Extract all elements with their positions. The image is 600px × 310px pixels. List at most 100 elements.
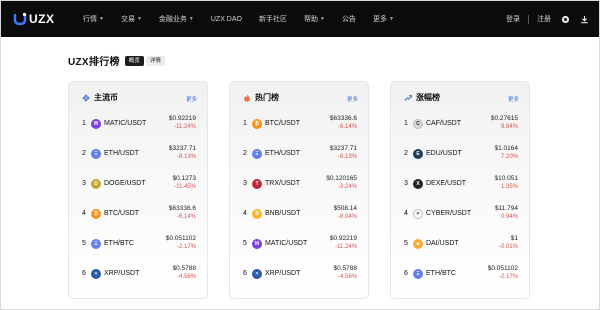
ranking-row[interactable]: 1 ₿ BTC/USDT $63336.6 -6.14% — [230, 115, 370, 137]
chevron-down-icon: ▼ — [188, 16, 194, 22]
price: $0.120165 — [326, 175, 357, 182]
nav-item-dao[interactable]: UZX DAO — [211, 16, 242, 23]
nav-label: UZX DAO — [210, 15, 242, 23]
nav-item-market[interactable]: 行情 ▼ — [83, 14, 104, 24]
price: $508.14 — [333, 205, 358, 212]
globe-icon[interactable] — [561, 15, 570, 24]
coin-logo-icon: M — [91, 119, 101, 129]
ranking-row[interactable]: 4 B BNB/USDT $508.14 -8.04% — [230, 205, 370, 227]
view-tabs: 概览 详情 — [124, 55, 167, 66]
rank-number: 1 — [404, 120, 408, 127]
flame-icon — [244, 93, 250, 102]
divider — [528, 14, 529, 24]
nav-label: 行情 — [83, 16, 97, 23]
register-link[interactable]: 注册 — [537, 14, 551, 24]
ranking-row[interactable]: 1 C CAF/USDT $0.27615 9.84% — [391, 115, 531, 137]
percent-change: 1.35% — [500, 184, 518, 190]
nav-item-trade[interactable]: 交易 ▼ — [121, 14, 142, 24]
card-mainstream: 主流币 更多 1 M MATIC/USDT $0.92219 -11.24% 2 Ξ ETH/… — [68, 81, 208, 299]
main-nav: 行情 ▼ 交易 ▼ 金融业务 ▼ UZX DAO 新手社区 帮助 ▼ 公告 更多 ▼ — [83, 14, 411, 24]
price: $0.1273 — [172, 175, 197, 182]
percent-change: -2.17% — [498, 274, 518, 280]
price: $0.5788 — [333, 265, 358, 272]
percent-change: -11.24% — [335, 244, 357, 250]
coin-logo-icon: ✕ — [252, 269, 262, 279]
nav-item-finance[interactable]: 金融业务 ▼ — [159, 14, 194, 24]
chevron-down-icon: ▼ — [99, 16, 104, 22]
chevron-down-icon: ▼ — [319, 16, 325, 22]
download-icon[interactable] — [580, 15, 589, 24]
rank-number: 6 — [82, 270, 86, 277]
diamond-icon — [82, 93, 90, 102]
percent-change: -4.56% — [337, 274, 357, 280]
ranking-row[interactable]: 2 E EDU/USDT $1.0164 7.20% — [391, 145, 531, 167]
coin-logo-icon: Ξ — [252, 149, 262, 159]
rank-number: 5 — [82, 240, 86, 247]
top-nav-bar: UZX 行情 ▼ 交易 ▼ 金融业务 ▼ UZX DAO 新手社区 帮助 ▼ 公告 更多… — [1, 1, 599, 37]
page-title: UZX排行榜 — [68, 57, 120, 68]
trading-pair: XRP/USDT — [265, 270, 301, 277]
rank-number: 3 — [404, 180, 408, 187]
ranking-row[interactable]: 2 Ξ ETH/USDT $3237.71 -8.13% — [230, 145, 370, 167]
nav-item-announcements[interactable]: 公告 — [342, 14, 356, 24]
card-header: 主流币 — [82, 92, 118, 103]
more-link[interactable]: 更多 — [186, 95, 197, 103]
nav-label: 交易 — [120, 16, 135, 23]
ranking-row[interactable]: 2 Ξ ETH/USDT $3237.71 -8.13% — [69, 145, 209, 167]
rank-number: 4 — [404, 210, 408, 217]
ranking-row[interactable]: 6 ✕ XRP/USDT $0.5788 -4.56% — [69, 265, 209, 287]
price: $3237.71 — [168, 145, 196, 152]
card-hot: 热门榜 更多 1 ₿ BTC/USDT $63336.6 -6.14% 2 Ξ ETH/USD… — [229, 81, 369, 299]
coin-logo-icon: C — [413, 119, 423, 129]
ranking-row[interactable]: 3 D DOGE/USDT $0.1273 -11.45% — [69, 175, 209, 197]
more-link[interactable]: 更多 — [508, 95, 519, 103]
price: $1 — [510, 235, 518, 242]
rank-number: 5 — [243, 240, 247, 247]
ranking-row[interactable]: 6 ✕ XRP/USDT $0.5788 -4.56% — [230, 265, 370, 287]
ranking-row[interactable]: 4 ₿ BTC/USDT $63336.6 -6.14% — [69, 205, 209, 227]
coin-logo-icon: ₿ — [252, 119, 262, 129]
ranking-row[interactable]: 5 Ξ ETH/BTC $0.051102 -2.17% — [69, 235, 209, 257]
ranking-row[interactable]: 3 T TRX/USDT $0.120165 -3.24% — [230, 175, 370, 197]
ranking-row[interactable]: 5 M MATIC/USDT $0.92219 -11.24% — [230, 235, 370, 257]
card-gainers: 涨幅榜 更多 1 C CAF/USDT $0.27615 9.84% 2 E EDU/USDT… — [390, 81, 530, 299]
ranking-row[interactable]: 6 Ξ ETH/BTC $0.051102 -2.17% — [391, 265, 531, 287]
ranking-row[interactable]: 3 X DEXE/USDT $10.051 1.35% — [391, 175, 531, 197]
ranking-row[interactable]: 5 ◈ DAI/USDT $1 -0.01% — [391, 235, 531, 257]
nav-item-more[interactable]: 更多 ▼ — [373, 14, 394, 24]
rank-number: 3 — [243, 180, 247, 187]
coin-logo-icon: Ξ — [91, 239, 101, 249]
login-link[interactable]: 登录 — [506, 14, 520, 24]
trading-pair: EDU/USDT — [426, 150, 462, 157]
trading-pair: BTC/USDT — [104, 210, 139, 217]
trading-pair: DAI/USDT — [426, 240, 459, 247]
trading-pair: BNB/USDT — [265, 210, 301, 217]
page-heading: UZX排行榜 概览 详情 — [68, 53, 167, 68]
nav-label: 更多 — [372, 16, 387, 23]
percent-change: -8.13% — [337, 154, 357, 160]
price: $10.051 — [494, 175, 519, 182]
tab-overview[interactable]: 概览 — [124, 55, 144, 66]
more-link[interactable]: 更多 — [347, 95, 358, 103]
trading-pair: DOGE/USDT — [104, 180, 146, 187]
ranking-row[interactable]: 1 M MATIC/USDT $0.92219 -11.24% — [69, 115, 209, 137]
tab-details[interactable]: 详情 — [145, 55, 165, 66]
percent-change: -11.45% — [174, 184, 196, 190]
trading-pair: MATIC/USDT — [104, 120, 147, 127]
card-title: 热门榜 — [255, 93, 279, 102]
chevron-down-icon: ▼ — [136, 16, 142, 22]
coin-logo-icon: D — [91, 179, 101, 189]
nav-item-community[interactable]: 新手社区 — [259, 14, 287, 24]
logo[interactable]: UZX — [13, 9, 57, 29]
nav-right: 登录 注册 — [494, 1, 589, 37]
percent-change: 9.84% — [500, 124, 518, 130]
percent-change: -2.17% — [176, 244, 196, 250]
percent-change: -11.24% — [174, 124, 196, 130]
card-title: 涨幅榜 — [416, 93, 440, 102]
ranking-row[interactable]: 4 ✕ CYBER/USDT $11.794 0.94% — [391, 205, 531, 227]
price: $0.92219 — [168, 115, 196, 122]
coin-logo-icon: X — [413, 179, 423, 189]
nav-item-help[interactable]: 帮助 ▼ — [304, 14, 325, 24]
trading-pair: MATIC/USDT — [265, 240, 308, 247]
uzx-logo-icon — [13, 12, 27, 26]
